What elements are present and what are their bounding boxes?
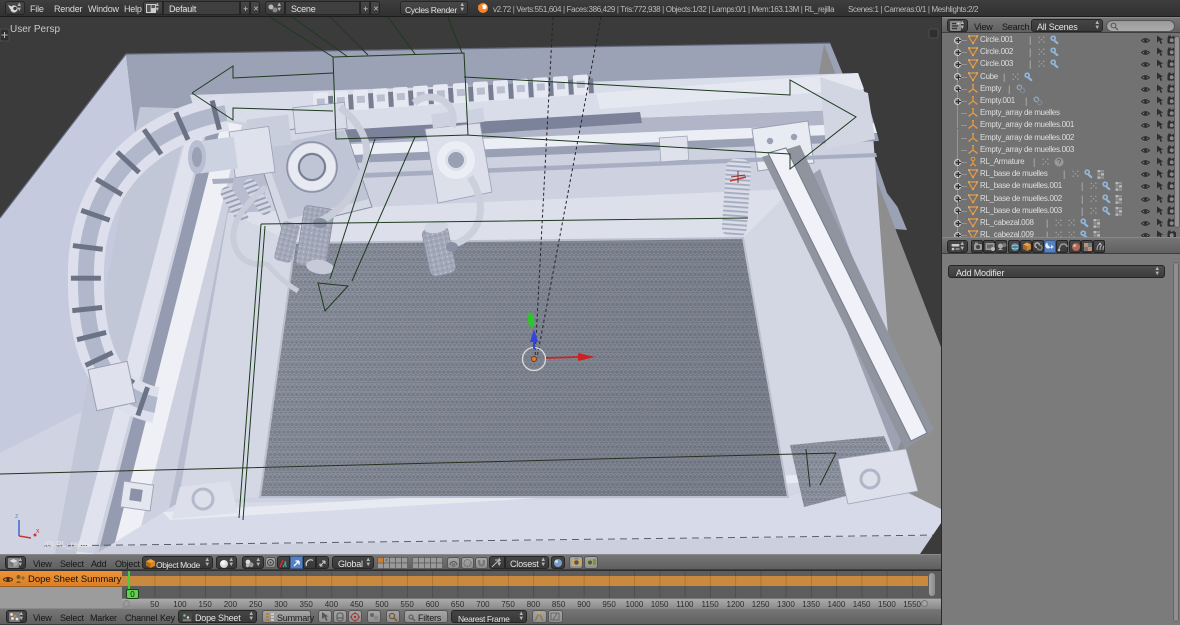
svg-text:User Persp: User Persp <box>10 24 60 35</box>
svg-text:(0) RL_rejilla: (0) RL_rejilla <box>44 540 90 549</box>
svg-text:z: z <box>15 513 19 520</box>
svg-text:x: x <box>36 528 40 535</box>
